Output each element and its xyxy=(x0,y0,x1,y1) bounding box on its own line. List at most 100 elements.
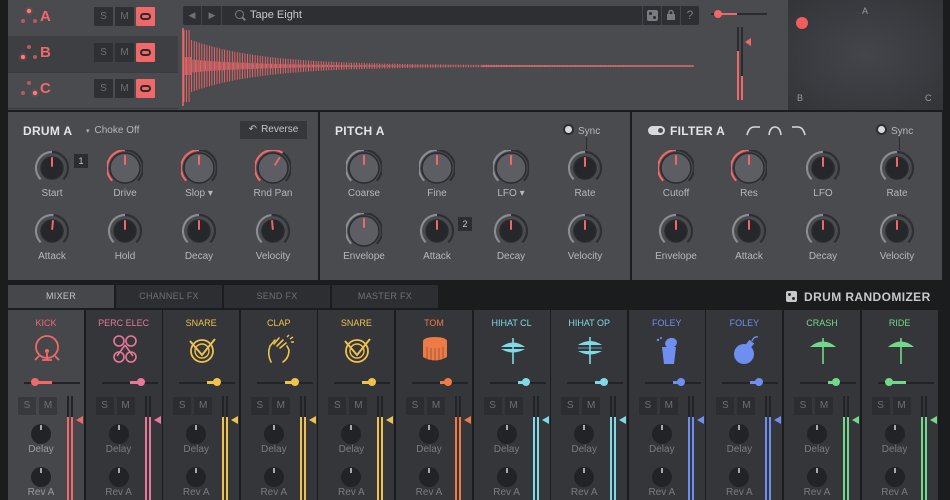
knob-rate[interactable]: Rate xyxy=(862,150,932,210)
pan-slider[interactable] xyxy=(877,378,934,386)
solo-button[interactable]: S xyxy=(250,397,269,415)
xy-pad-handle[interactable] xyxy=(796,17,808,29)
drum-randomizer-button[interactable]: DRUM RANDOMIZER xyxy=(786,290,931,304)
fader-handle-icon[interactable] xyxy=(464,416,471,424)
pan-handle[interactable] xyxy=(832,378,841,386)
solo-button[interactable]: S xyxy=(328,397,347,415)
knob-dial[interactable] xyxy=(658,213,694,249)
knob-dial[interactable] xyxy=(879,150,915,186)
knob-dial[interactable] xyxy=(181,213,217,249)
knob-dial[interactable] xyxy=(419,213,455,249)
solo-button[interactable]: S xyxy=(406,397,424,415)
knob-decay[interactable]: Decay xyxy=(164,213,234,273)
next-sample-button[interactable]: ▶ xyxy=(203,6,222,25)
knob-dial[interactable] xyxy=(879,213,915,249)
knob-dial[interactable] xyxy=(181,150,217,186)
pan-slider[interactable] xyxy=(101,378,158,386)
delay-send-knob[interactable] xyxy=(262,422,286,446)
mute-button[interactable]: M xyxy=(115,43,134,62)
fader-handle-icon[interactable] xyxy=(386,416,394,424)
filter-sync-toggle[interactable]: Sync xyxy=(876,124,913,137)
reverb-send-knob[interactable] xyxy=(650,465,674,489)
knob-cutoff[interactable]: Cutoff xyxy=(641,150,711,210)
channel-fader[interactable] xyxy=(532,396,549,500)
knob-dial[interactable] xyxy=(493,213,529,249)
mixer-channel-hihat-op[interactable]: HIHAT OP S M Delay Rev A xyxy=(551,310,628,500)
fader-handle-icon[interactable] xyxy=(852,416,859,424)
knob-res[interactable]: Res xyxy=(714,150,784,210)
mixer-channel-tom[interactable]: TOM S M Delay Rev A xyxy=(396,310,472,500)
knob-coarse[interactable]: Coarse xyxy=(329,150,399,210)
pitch-sync-toggle[interactable]: Sync xyxy=(563,124,600,137)
mixer-channel-foley[interactable]: FOLEY S M Delay Rev A xyxy=(628,310,705,500)
reverb-send-knob[interactable] xyxy=(184,465,208,489)
mute-button[interactable]: M xyxy=(39,397,57,415)
knob-attack[interactable]: Attack xyxy=(17,213,87,273)
knob-dial[interactable] xyxy=(255,213,291,249)
solo-button[interactable]: S xyxy=(483,397,502,415)
delay-send-knob[interactable] xyxy=(107,422,131,446)
mute-button[interactable]: M xyxy=(737,397,756,415)
highpass-icon[interactable] xyxy=(746,126,760,136)
delay-send-knob[interactable] xyxy=(29,422,53,446)
pan-slider[interactable] xyxy=(256,378,313,386)
mixer-channel-kick[interactable]: KICK S M Delay Rev A xyxy=(8,310,84,500)
knob-dial[interactable] xyxy=(805,150,841,186)
knob-decay[interactable]: Decay xyxy=(476,213,546,273)
knob-dial[interactable] xyxy=(567,150,603,186)
link-button[interactable] xyxy=(136,7,155,26)
pan-slider[interactable] xyxy=(800,378,856,386)
delay-send-knob[interactable] xyxy=(727,422,751,446)
knob-velocity[interactable]: Velocity xyxy=(238,213,308,273)
knob-start[interactable]: Start xyxy=(17,150,87,210)
pan-handle[interactable] xyxy=(444,378,453,386)
pan-slider[interactable] xyxy=(644,378,701,386)
knob-dial[interactable] xyxy=(255,150,291,186)
reverb-send-knob[interactable] xyxy=(572,465,596,489)
delay-send-knob[interactable] xyxy=(805,422,829,446)
pan-slider[interactable] xyxy=(334,378,391,386)
lowpass-icon[interactable] xyxy=(792,126,806,136)
knob-dial[interactable] xyxy=(419,150,455,186)
knob-dial[interactable] xyxy=(34,150,70,186)
pan-slider[interactable] xyxy=(179,378,236,386)
knob-dial[interactable] xyxy=(805,213,841,249)
reverb-send-knob[interactable] xyxy=(339,465,363,489)
knob-lfo[interactable]: LFO ▾ xyxy=(476,150,546,210)
delay-send-knob[interactable] xyxy=(184,422,208,446)
knob-attack[interactable]: Attack xyxy=(714,213,784,273)
reverb-send-knob[interactable] xyxy=(805,465,829,489)
solo-button[interactable]: S xyxy=(94,79,113,98)
waveform-display[interactable] xyxy=(182,28,782,108)
help-button[interactable]: ? xyxy=(680,6,699,25)
channel-fader[interactable] xyxy=(920,396,937,500)
level-marker-icon[interactable] xyxy=(745,38,751,46)
pan-slider[interactable] xyxy=(489,378,546,386)
knob-dial[interactable] xyxy=(731,150,767,186)
pan-handle[interactable] xyxy=(368,378,377,386)
delay-send-knob[interactable] xyxy=(883,422,907,446)
knob-dial[interactable] xyxy=(658,150,694,186)
pan-handle[interactable] xyxy=(599,378,608,386)
mute-button[interactable]: M xyxy=(582,397,601,415)
mute-button[interactable]: M xyxy=(427,397,445,415)
volume-slider[interactable] xyxy=(711,10,767,18)
channel-fader[interactable] xyxy=(299,396,316,500)
knob-dial[interactable] xyxy=(493,150,529,186)
reverb-send-knob[interactable] xyxy=(495,465,519,489)
solo-button[interactable]: S xyxy=(173,397,192,415)
channel-fader[interactable] xyxy=(843,396,859,500)
solo-button[interactable]: S xyxy=(94,7,113,26)
prev-sample-button[interactable]: ◀ xyxy=(183,6,202,25)
fader-handle-icon[interactable] xyxy=(76,416,83,424)
mute-button[interactable]: M xyxy=(659,397,678,415)
knob-dial[interactable] xyxy=(107,213,143,249)
mixer-channel-hihat-cl[interactable]: HIHAT CL S M Delay Rev A xyxy=(473,310,550,500)
pan-slider[interactable] xyxy=(567,378,624,386)
delay-send-knob[interactable] xyxy=(495,422,519,446)
pan-handle[interactable] xyxy=(884,378,893,386)
channel-fader[interactable] xyxy=(610,396,627,500)
reverb-send-knob[interactable] xyxy=(883,465,907,489)
lock-button[interactable] xyxy=(661,6,680,25)
fader-handle-icon[interactable] xyxy=(308,416,316,424)
